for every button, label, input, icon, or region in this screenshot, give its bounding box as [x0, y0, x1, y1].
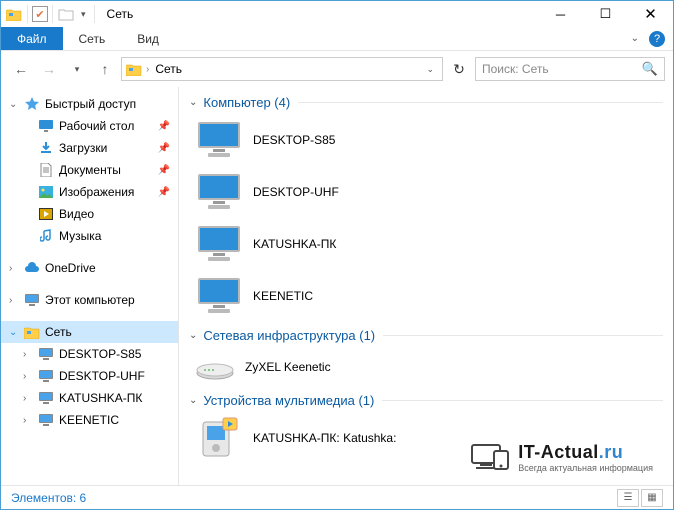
pin-icon: 📌	[158, 143, 170, 154]
monitor-icon	[195, 118, 243, 162]
computer-item-0[interactable]: DESKTOP-S85	[189, 114, 429, 166]
view-icons-button[interactable]: ▦	[641, 489, 663, 507]
ribbon-tabs: Файл Сеть Вид ⌄ ?	[1, 27, 673, 51]
forward-button[interactable]: →	[37, 57, 61, 81]
qat-dropdown-icon[interactable]: ▾	[77, 9, 90, 20]
pin-icon: 📌	[158, 187, 170, 198]
chevron-right-icon[interactable]: ›	[23, 371, 37, 382]
router-icon	[195, 349, 235, 385]
media-device-icon	[195, 416, 243, 460]
ribbon-expand-icon[interactable]: ⌄	[631, 33, 639, 44]
documents-icon	[37, 161, 55, 179]
properties-checkbox-icon[interactable]: ✔	[32, 6, 48, 22]
sidebar-network[interactable]: ⌄Сеть	[1, 321, 178, 343]
monitor-icon	[195, 222, 243, 266]
computer-icon	[37, 411, 55, 429]
view-details-button[interactable]: ☰	[617, 489, 639, 507]
minimize-button[interactable]: ─	[538, 1, 583, 27]
sidebar-this-pc[interactable]: ›Этот компьютер	[1, 289, 178, 311]
navigation-bar: ← → ▾ ↑ › Сеть ⌄ ↻ Поиск: Сеть 🔍	[1, 51, 673, 87]
status-bar: Элементов: 6 ☰ ▦	[1, 485, 673, 509]
desktop-icon	[37, 117, 55, 135]
router-item-0[interactable]: ZyXEL Keenetic	[189, 347, 429, 387]
group-media[interactable]: ⌄ Устройства мультимедиа (1)	[189, 393, 663, 408]
sidebar-videos[interactable]: Видео	[1, 203, 178, 225]
pc-icon	[23, 291, 41, 309]
address-bar[interactable]: › Сеть ⌄	[121, 57, 443, 81]
monitor-icon	[195, 274, 243, 318]
computer-icon	[37, 345, 55, 363]
computer-item-1[interactable]: DESKTOP-UHF	[189, 166, 429, 218]
music-icon	[37, 227, 55, 245]
search-input[interactable]: Поиск: Сеть 🔍	[475, 57, 665, 81]
computer-item-3[interactable]: KEENETIC	[189, 270, 429, 322]
chevron-right-icon[interactable]: ›	[23, 415, 37, 426]
titlebar: ✔ ▾ Сеть ─ ☐ ✕	[1, 1, 673, 27]
chevron-down-icon: ⌄	[189, 97, 197, 108]
address-dropdown-icon[interactable]: ⌄	[426, 64, 438, 75]
group-computers[interactable]: ⌄ Компьютер (4)	[189, 95, 663, 110]
quick-access-toolbar: ✔ ▾	[1, 5, 101, 23]
window-controls: ─ ☐ ✕	[538, 1, 673, 27]
sidebar-music[interactable]: Музыка	[1, 225, 178, 247]
chevron-right-icon[interactable]: ›	[9, 263, 23, 274]
chevron-down-icon[interactable]: ⌄	[9, 99, 23, 110]
chevron-down-icon[interactable]: ⌄	[9, 327, 23, 338]
monitor-icon	[195, 170, 243, 214]
pictures-icon	[37, 183, 55, 201]
chevron-down-icon: ⌄	[189, 330, 197, 341]
sidebar-pictures[interactable]: Изображения📌	[1, 181, 178, 203]
watermark-logo-icon	[470, 441, 510, 473]
chevron-right-icon[interactable]: ›	[23, 349, 37, 360]
pin-icon: 📌	[158, 165, 170, 176]
computer-icon	[37, 367, 55, 385]
maximize-button[interactable]: ☐	[583, 1, 628, 27]
navigation-pane: ⌄ Быстрый доступ Рабочий стол📌 Загрузки📌…	[1, 87, 179, 485]
help-icon[interactable]: ?	[649, 31, 665, 47]
sidebar-net-item-1[interactable]: ›DESKTOP-UHF	[1, 365, 178, 387]
sidebar-net-item-2[interactable]: ›KATUSHKA-ПК	[1, 387, 178, 409]
downloads-icon	[37, 139, 55, 157]
sidebar-downloads[interactable]: Загрузки📌	[1, 137, 178, 159]
sidebar-quick-access[interactable]: ⌄ Быстрый доступ	[1, 93, 178, 115]
up-button[interactable]: ↑	[93, 57, 117, 81]
back-button[interactable]: ←	[9, 57, 33, 81]
sidebar-onedrive[interactable]: ›OneDrive	[1, 257, 178, 279]
sidebar-net-item-0[interactable]: ›DESKTOP-S85	[1, 343, 178, 365]
cloud-icon	[23, 259, 41, 277]
status-item-count: Элементов: 6	[11, 491, 86, 505]
group-infra[interactable]: ⌄ Сетевая инфраструктура (1)	[189, 328, 663, 343]
search-placeholder: Поиск: Сеть	[482, 62, 549, 76]
network-icon	[126, 62, 142, 76]
breadcrumb[interactable]: Сеть	[153, 62, 184, 76]
chevron-right-icon[interactable]: ›	[9, 295, 23, 306]
window-title: Сеть	[101, 7, 134, 21]
star-icon	[23, 95, 41, 113]
refresh-button[interactable]: ↻	[447, 57, 471, 81]
history-dropdown-icon[interactable]: ▾	[65, 57, 89, 81]
pin-icon: 📌	[158, 121, 170, 132]
sidebar-desktop[interactable]: Рабочий стол📌	[1, 115, 178, 137]
media-item-0[interactable]: KATUSHKA-ПК: Katushka:	[189, 412, 429, 464]
chevron-down-icon: ⌄	[189, 395, 197, 406]
network-folder-icon	[23, 323, 41, 341]
search-icon: 🔍	[642, 61, 658, 77]
tab-network[interactable]: Сеть	[63, 27, 122, 50]
tab-file[interactable]: Файл	[1, 27, 63, 50]
network-folder-icon	[5, 5, 23, 23]
chevron-right-icon[interactable]: ›	[23, 393, 37, 404]
computer-icon	[37, 389, 55, 407]
sidebar-documents[interactable]: Документы📌	[1, 159, 178, 181]
computer-item-2[interactable]: KATUSHKA-ПК	[189, 218, 429, 270]
video-icon	[37, 205, 55, 223]
close-button[interactable]: ✕	[628, 1, 673, 27]
sidebar-net-item-3[interactable]: ›KEENETIC	[1, 409, 178, 431]
watermark: IT-Actual.ru Всегда актуальная информаци…	[470, 441, 653, 473]
new-folder-icon[interactable]	[57, 5, 75, 23]
content-pane: ⌄ Компьютер (4) DESKTOP-S85 DESKTOP-UHF …	[179, 87, 673, 485]
tab-view[interactable]: Вид	[121, 27, 175, 50]
